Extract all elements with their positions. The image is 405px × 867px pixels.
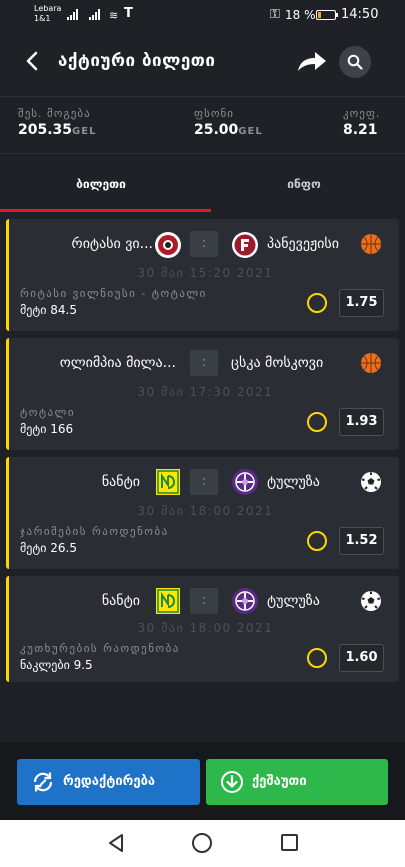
edit-refresh-icon (33, 772, 53, 792)
total-odds-value: 8.21 (343, 122, 378, 138)
match-date: 30 მაი 18:00 2021 (137, 621, 274, 635)
away-team: ტულუზა (267, 474, 320, 490)
odds-value: 1.60 (339, 644, 384, 672)
odds-value: 1.93 (339, 408, 384, 436)
possible-win-unit: GEL (72, 126, 97, 137)
share-arrow-icon[interactable] (296, 49, 328, 75)
key-icon: ⚿ (270, 7, 280, 22)
away-team: ტულუზა (267, 593, 320, 609)
home-team: ნანტი (101, 474, 140, 490)
edit-button[interactable]: რედაქტირება (17, 759, 200, 805)
odds-value: 1.75 (339, 289, 384, 317)
home-team: რიტასი ვი... (71, 236, 153, 252)
home-team: ოლიმპია მილა... (59, 355, 176, 371)
system-nav-bar (0, 820, 405, 867)
search-button[interactable] (339, 46, 371, 78)
rytas-logo-icon (155, 232, 181, 258)
away-team: ცსკა მოსკოვი (231, 355, 324, 371)
bet-card[interactable]: ნანტი : ტულუზა 30 მაი 18:00 2021 კუთხურე… (6, 576, 399, 682)
tab-ticket[interactable]: ბილეთი (0, 155, 202, 213)
stake-value: 25.00 (194, 122, 239, 138)
stake: ფსონი 25.00GEL (194, 107, 263, 138)
bottom-action-bar: რედაქტირება ქეშაუთი (0, 742, 405, 820)
market-name: ჯარიმების რაოდენობა (20, 525, 169, 538)
selection: მეტი 26.5 (20, 541, 77, 555)
status-pending-icon (307, 648, 327, 668)
tabs: ბილეთი ინფო (0, 155, 405, 213)
away-team: პანევეჟისი (267, 236, 339, 252)
signal-icon-2 (89, 8, 100, 20)
edit-button-label: რედაქტირება (63, 774, 156, 789)
football-icon (361, 591, 381, 611)
selection: მეტი 84.5 (20, 303, 77, 317)
market-name: ტოტალი (20, 406, 76, 419)
search-icon (347, 54, 363, 70)
status-pending-icon (307, 293, 327, 313)
score-separator: : (190, 469, 218, 495)
clock: 14:50 (341, 7, 379, 22)
page-title: აქტიური ბილეთი (58, 51, 216, 71)
nav-home-icon[interactable] (192, 833, 212, 853)
possible-win: შეს. მოგება 205.35GEL (18, 107, 97, 138)
download-circle-icon (221, 771, 243, 793)
tab-info[interactable]: ინფო (203, 155, 405, 213)
basketball-icon (361, 353, 381, 373)
basketball-icon (361, 234, 381, 254)
football-icon (361, 472, 381, 492)
selection: ნაკლები 9.5 (20, 658, 93, 672)
toulouse-logo-icon (232, 588, 258, 614)
nav-recent-apps-icon[interactable] (281, 834, 298, 851)
app-header: აქტიური ბილეთი (0, 30, 405, 95)
t-app-icon: T (124, 6, 133, 21)
nantes-logo-icon (156, 469, 180, 495)
bet-card[interactable]: რიტასი ვი... : პანევეჟისი 30 მაი 15:20 2… (6, 219, 399, 331)
odds-value: 1.52 (339, 527, 384, 555)
status-pending-icon (307, 412, 327, 432)
match-date: 30 მაი 18:00 2021 (137, 504, 274, 518)
wifi-icon: ≋ (109, 9, 119, 22)
back-arrow-icon[interactable] (22, 50, 44, 72)
score-separator: : (190, 231, 218, 257)
status-pending-icon (307, 531, 327, 551)
cashout-button[interactable]: ქეშაუთი (206, 759, 388, 805)
score-separator: : (190, 588, 218, 614)
bet-card[interactable]: ოლიმპია მილა... : ცსკა მოსკოვი 30 მაი 17… (6, 338, 399, 450)
signal-icon (67, 8, 78, 20)
nav-back-icon[interactable] (107, 833, 125, 853)
cashout-button-label: ქეშაუთი (252, 774, 307, 789)
selection: მეტი 166 (20, 422, 74, 436)
market-name: კუთხურების რაოდენობა (20, 642, 180, 655)
match-date: 30 მაი 17:30 2021 (137, 385, 274, 399)
home-team: ნანტი (101, 593, 140, 609)
stake-unit: GEL (238, 126, 263, 137)
panevezys-logo-icon (232, 232, 258, 258)
market-name: რიტასი ვილნიუსი - ტოტალი (20, 287, 207, 300)
nantes-logo-icon (156, 588, 180, 614)
score-separator: : (190, 350, 218, 376)
total-odds: კოეფ. 8.21 (343, 107, 381, 138)
battery-icon (316, 10, 338, 20)
carrier-label: Lebara 1&1 (34, 4, 62, 23)
status-bar: Lebara 1&1 ≋ T ⚿ 18 % 14:50 (0, 0, 405, 30)
possible-win-value: 205.35 (18, 122, 73, 138)
ticket-summary: შეს. მოგება 205.35GEL ფსონი 25.00GEL კოე… (0, 96, 405, 154)
battery-percent: 18 % (285, 8, 316, 22)
match-date: 30 მაი 15:20 2021 (137, 266, 274, 280)
bet-card[interactable]: ნანტი : ტულუზა 30 მაი 18:00 2021 ჯარიმებ… (6, 457, 399, 569)
toulouse-logo-icon (232, 469, 258, 495)
active-tab-indicator (0, 209, 211, 212)
